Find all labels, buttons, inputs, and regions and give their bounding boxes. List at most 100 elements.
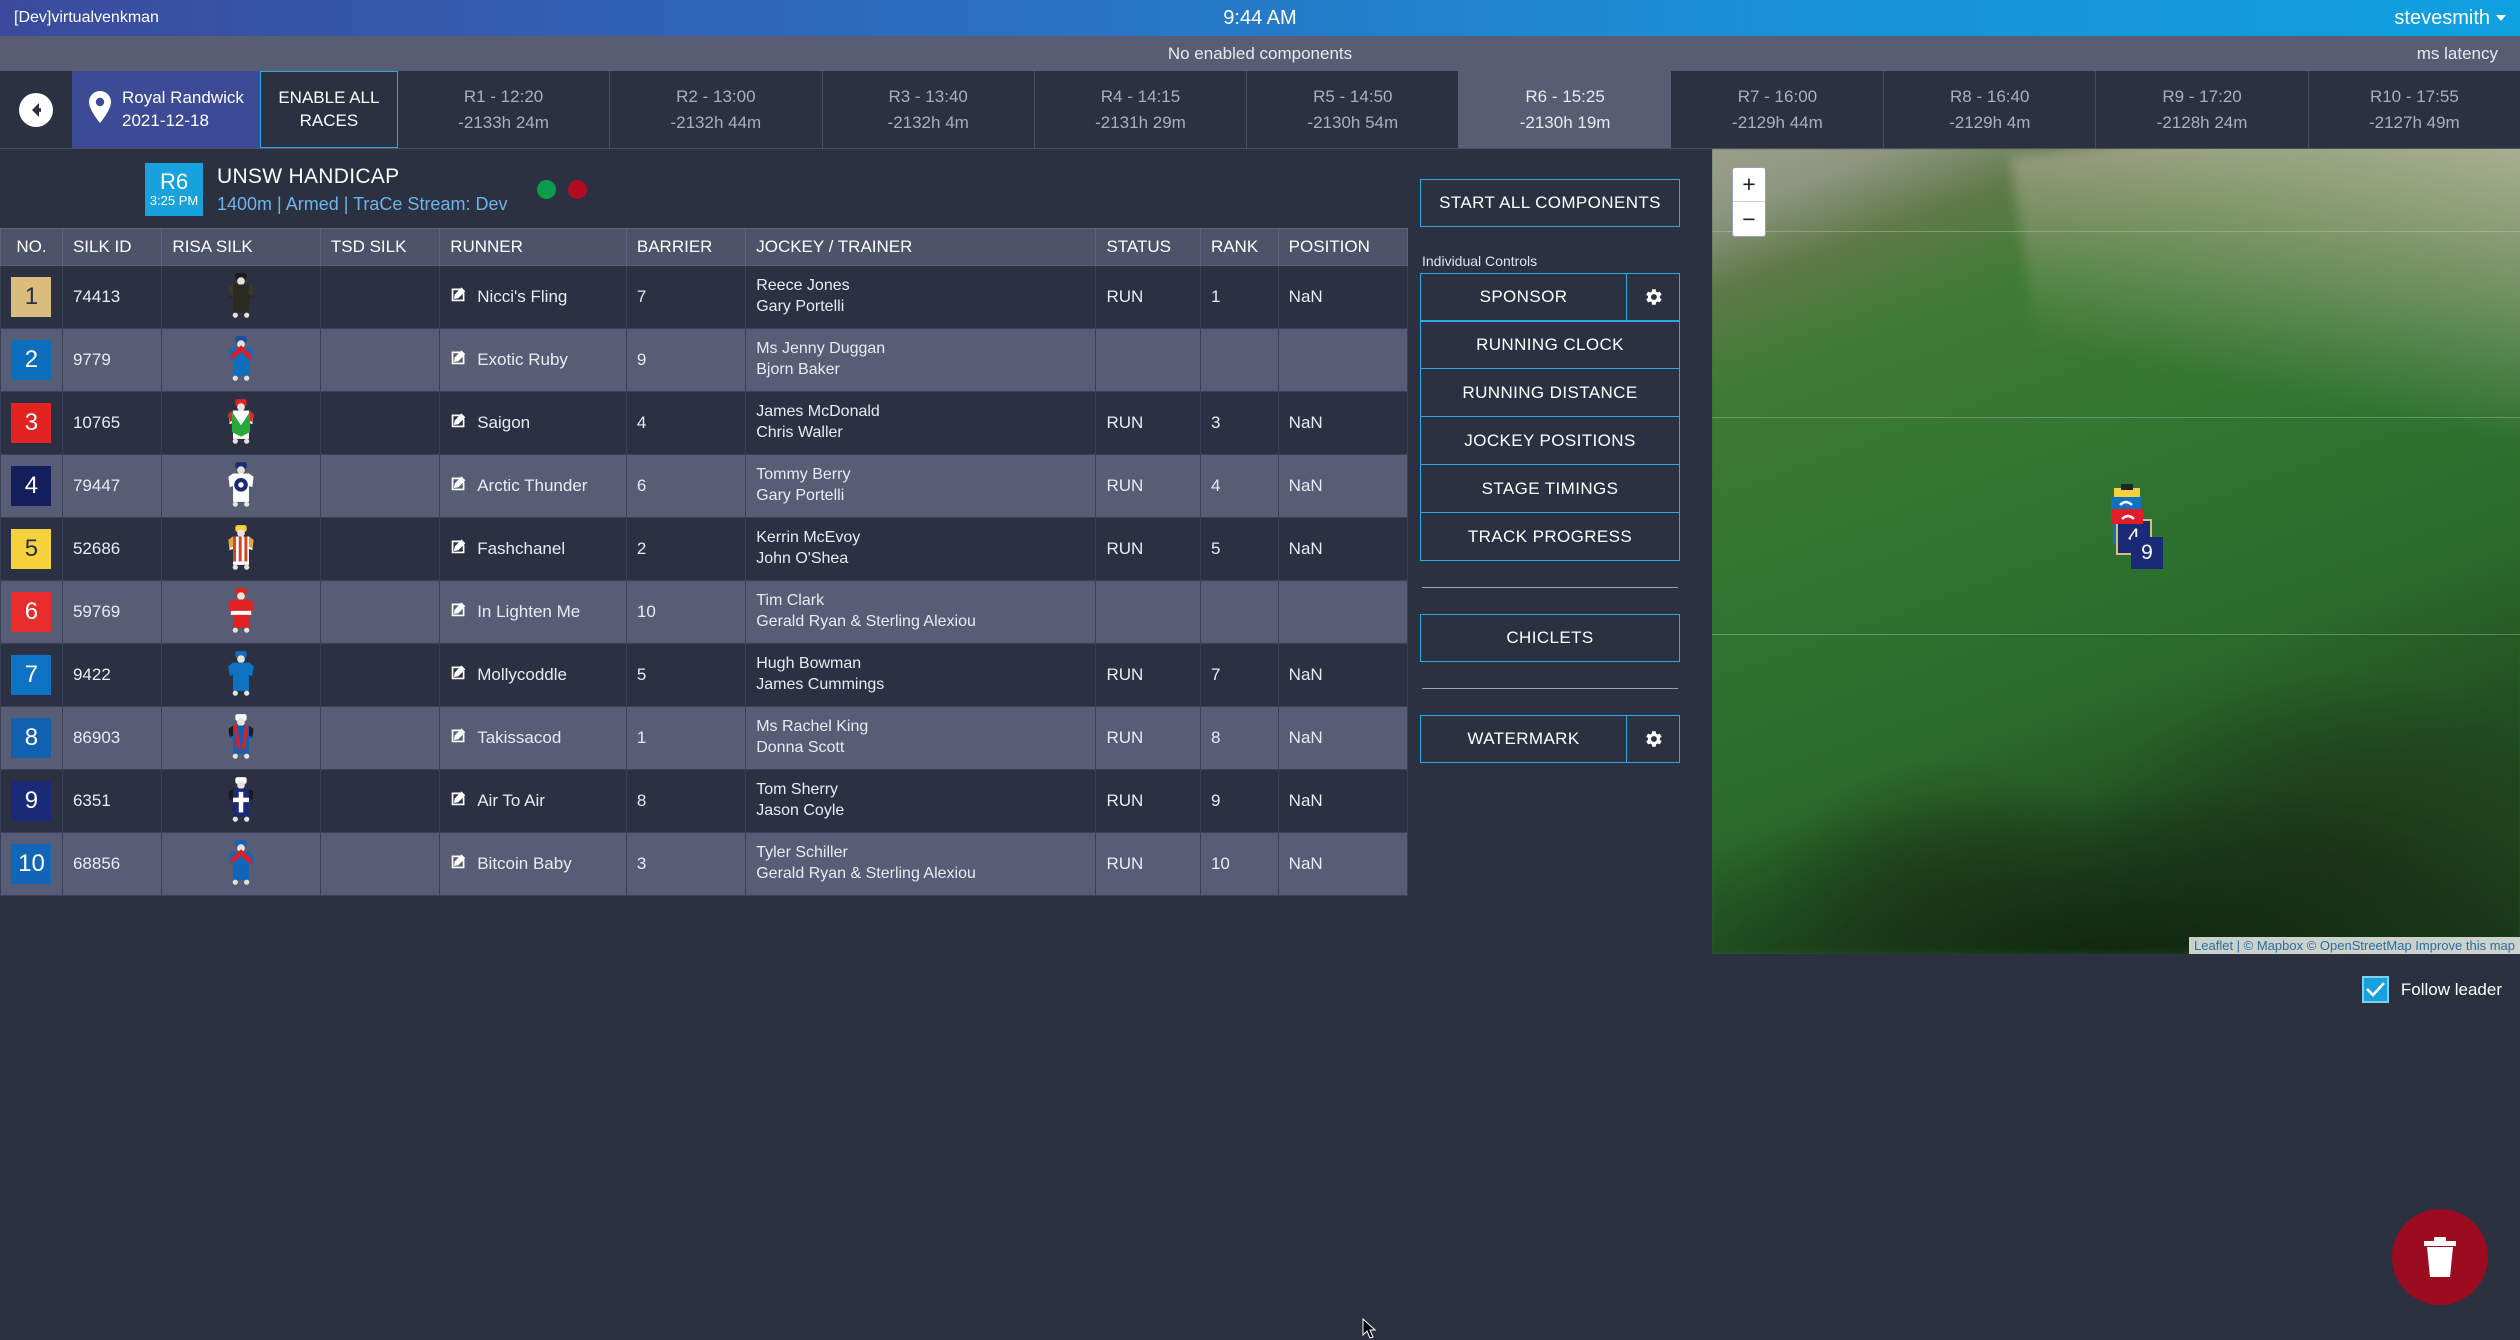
runner-name: In Lighten Me [477,602,580,622]
edit-runner-icon[interactable] [450,853,467,875]
map-zoom-in-button[interactable]: + [1733,168,1765,202]
status-cell [1096,581,1200,644]
tsd-silk-cell [320,833,439,896]
barrier-cell: 6 [626,455,745,518]
runner-number-cell: 4 [1,455,63,518]
status-cell: RUN [1096,833,1200,896]
table-row[interactable]: 2 9779 Exotic Ruby 9 Ms Jenny Duggan Bjo… [1,329,1408,392]
race-tab-6[interactable]: R6 - 15:25-2130h 19m [1458,71,1670,148]
race-tab-2[interactable]: R2 - 13:00-2132h 44m [609,71,821,148]
edit-runner-icon[interactable] [450,349,467,371]
edit-runner-icon[interactable] [450,412,467,434]
race-tab-countdown: -2130h 19m [1520,110,1611,136]
edit-runner-icon[interactable] [450,790,467,812]
table-row[interactable]: 3 10765 Saigon 4 James McDonald Chris Wa… [1,392,1408,455]
watermark-settings-button[interactable] [1626,715,1680,763]
stage-timings-button[interactable]: STAGE TIMINGS [1420,465,1680,513]
table-row[interactable]: 8 86903 Takissacod 1 Ms Rachel King Donn… [1,707,1408,770]
jockey-positions-button[interactable]: JOCKEY POSITIONS [1420,417,1680,465]
trainer-name: Gary Portelli [756,486,1085,507]
race-tab-9[interactable]: R9 - 17:20-2128h 24m [2095,71,2307,148]
runner-name-cell[interactable]: Air To Air [440,770,627,833]
runner-name-cell[interactable]: Nicci's Fling [440,266,627,329]
race-map[interactable]: + − 4 9 Leaflet | © Mapbox © OpenStreetM… [1712,149,2520,954]
edit-runner-icon[interactable] [450,727,467,749]
jockey-name: Tim Clark [756,591,1085,612]
edit-runner-icon[interactable] [450,475,467,497]
table-row[interactable]: 10 68856 Bitcoin Baby 3 Tyler Schiller G… [1,833,1408,896]
column-header: RISA SILK [162,229,320,266]
race-tab-4[interactable]: R4 - 14:15-2131h 29m [1034,71,1246,148]
runner-name-cell[interactable]: Takissacod [440,707,627,770]
runner-number-badge: 8 [11,718,51,758]
race-tab-3[interactable]: R3 - 13:40-2132h 4m [822,71,1034,148]
username-label: stevesmith [2394,7,2490,30]
tsd-silk-cell [320,329,439,392]
table-row[interactable]: 1 74413 Nicci's Fling 7 Reece Jones Gary… [1,266,1408,329]
race-badge: R6 3:25 PM [145,163,203,216]
race-tab-countdown: -2129h 44m [1732,110,1823,136]
running-distance-button[interactable]: RUNNING DISTANCE [1420,369,1680,417]
table-row[interactable]: 7 9422 Mollycoddle 5 Hugh Bowman James C… [1,644,1408,707]
position-cell: NaN [1278,707,1407,770]
race-tab-label: R9 - 17:20 [2162,84,2241,110]
runner-number-badge: 2 [11,340,51,380]
runner-name-cell[interactable]: Saigon [440,392,627,455]
race-tab-5[interactable]: R5 - 14:50-2130h 54m [1246,71,1458,148]
runner-name: Exotic Ruby [477,350,568,370]
map-attribution[interactable]: Leaflet | © Mapbox © OpenStreetMap Impro… [2189,937,2520,954]
edit-runner-icon[interactable] [450,538,467,560]
enable-all-races-button[interactable]: ENABLE ALL RACES [260,71,398,148]
runner-name-cell[interactable]: Arctic Thunder [440,455,627,518]
table-row[interactable]: 5 52686 Fashchanel 2 Kerrin McEvoy John … [1,518,1408,581]
barrier-cell: 7 [626,266,745,329]
chiclets-button[interactable]: CHICLETS [1420,614,1680,662]
running-clock-button[interactable]: RUNNING CLOCK [1420,321,1680,369]
status-cell: RUN [1096,644,1200,707]
edit-pencil-icon [450,664,467,681]
runner-name-cell[interactable]: Bitcoin Baby [440,833,627,896]
sponsor-button[interactable]: SPONSOR [1420,273,1626,321]
runner-number-cell: 8 [1,707,63,770]
race-tab-1[interactable]: R1 - 12:20-2133h 24m [398,71,609,148]
table-row[interactable]: 9 6351 Air To Air 8 Tom Sherry Jason Coy… [1,770,1408,833]
map-zoom-controls[interactable]: + − [1732,167,1766,237]
jockey-trainer-cell: Ms Jenny Duggan Bjorn Baker [746,329,1096,392]
race-tab-7[interactable]: R7 - 16:00-2129h 44m [1671,71,1883,148]
top-bar: [Dev]virtualvenkman 9:44 AM stevesmith [0,0,2520,36]
user-menu[interactable]: stevesmith [2394,7,2506,30]
venue-selector[interactable]: Royal Randwick 2021-12-18 [72,71,260,148]
edit-runner-icon[interactable] [450,286,467,308]
jockey-name: Tyler Schiller [756,843,1085,864]
barrier-cell: 4 [626,392,745,455]
watermark-button[interactable]: WATERMARK [1420,715,1626,763]
race-tab-countdown: -2128h 24m [2157,110,2248,136]
status-cell: RUN [1096,392,1200,455]
column-header: RANK [1200,229,1278,266]
start-all-components-button[interactable]: START ALL COMPONENTS [1420,179,1680,227]
map-zoom-out-button[interactable]: − [1733,202,1765,236]
runner-number-badge: 4 [11,466,51,506]
race-tab-8[interactable]: R8 - 16:40-2129h 4m [1883,71,2095,148]
runner-name-cell[interactable]: Mollycoddle [440,644,627,707]
runner-name-cell[interactable]: Fashchanel [440,518,627,581]
back-button[interactable] [0,71,72,148]
latency-label: ms latency [2417,44,2498,64]
runners-table: NO.SILK IDRISA SILKTSD SILKRUNNERBARRIER… [0,228,1408,896]
runner-name-cell[interactable]: Exotic Ruby [440,329,627,392]
runner-name-cell[interactable]: In Lighten Me [440,581,627,644]
delete-fab-button[interactable] [2392,1209,2488,1305]
edit-pencil-icon [450,286,467,303]
edit-runner-icon[interactable] [450,601,467,623]
race-tab-10[interactable]: R10 - 17:55-2127h 49m [2308,71,2520,148]
edit-runner-icon[interactable] [450,664,467,686]
tsd-silk-cell [320,266,439,329]
position-cell: NaN [1278,770,1407,833]
track-progress-button[interactable]: TRACK PROGRESS [1420,513,1680,561]
position-cell: NaN [1278,455,1407,518]
sponsor-settings-button[interactable] [1626,273,1680,321]
table-row[interactable]: 4 79447 Arctic Thunder 6 Tommy Berry Gar… [1,455,1408,518]
led-red-icon [568,180,587,199]
follow-leader-checkbox[interactable] [2362,976,2389,1003]
table-row[interactable]: 6 59769 In Lighten Me 10 Tim Clark Geral… [1,581,1408,644]
